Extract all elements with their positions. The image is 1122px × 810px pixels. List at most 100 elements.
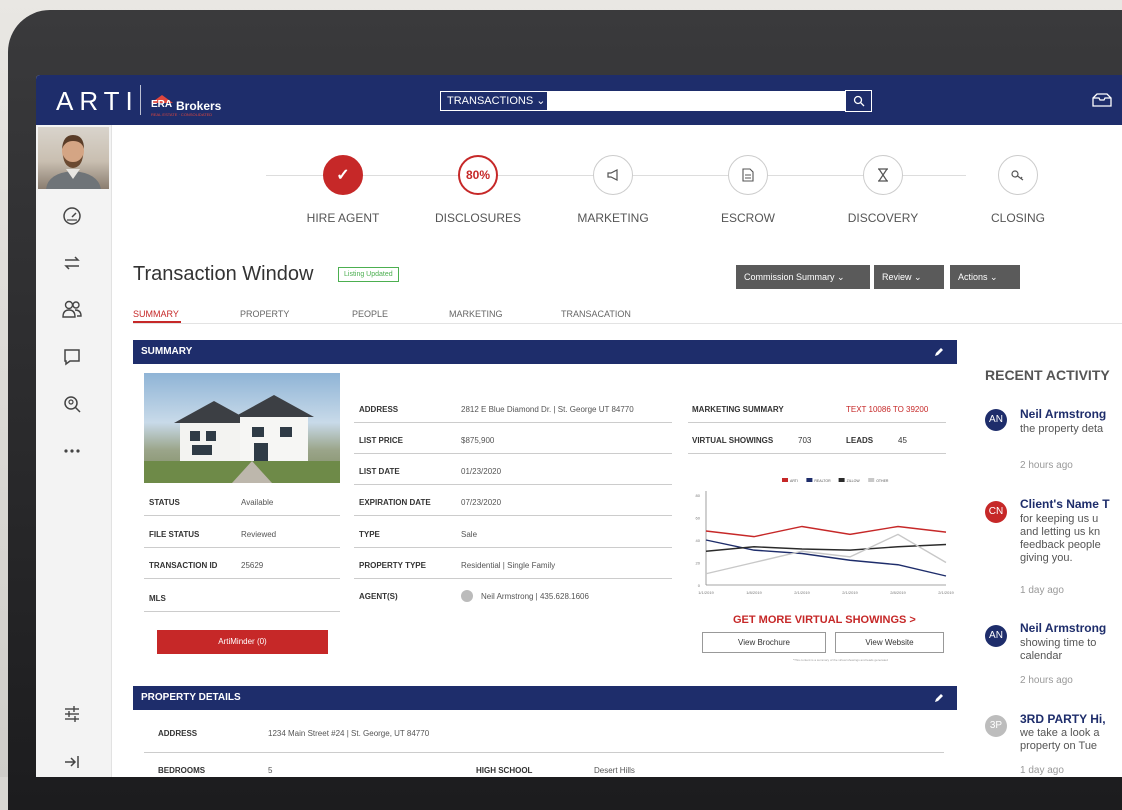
disclosures-progress-ring: 80%	[458, 155, 498, 195]
activity-author[interactable]: Neil Armstrong	[1020, 621, 1106, 635]
view-website-button[interactable]: View Website	[835, 632, 944, 653]
activity-author[interactable]: Client's Name T	[1020, 497, 1110, 511]
chat-bubble-icon[interactable]	[58, 343, 86, 371]
row-divider	[144, 611, 340, 612]
view-brochure-button[interactable]: View Brochure	[702, 632, 826, 653]
marketing-line-chart: ARTI REALTOR ZILLOW OTHER 80 60 40 20 0 1/1/2019…	[696, 478, 954, 595]
legend-label: REALTOR	[814, 479, 831, 483]
document-icon	[728, 155, 768, 195]
step-label: ESCROW	[721, 211, 775, 225]
recent-activity-title: RECENT ACTIVITY	[985, 367, 1110, 383]
section-title: SUMMARY	[141, 346, 193, 357]
pd-address-label: ADDRESS	[158, 729, 198, 738]
activity-message: showing time to	[1020, 637, 1097, 649]
actions-button[interactable]: Actions ⌄	[950, 265, 1020, 289]
row-divider	[354, 515, 672, 516]
avatar[interactable]	[38, 127, 109, 189]
tab-transacation[interactable]: TRANSACATION	[561, 309, 631, 319]
row-divider	[144, 547, 340, 548]
activity-time: 2 hours ago	[1020, 675, 1073, 686]
megaphone-icon	[593, 155, 633, 195]
inbox-icon[interactable]	[1091, 92, 1113, 108]
x-tick-label: 2/1/2019	[842, 590, 858, 595]
pd-bedrooms-label: BEDROOMS	[158, 766, 206, 775]
chart-disclaimer: *This content is a summary of the virtua…	[793, 658, 888, 662]
leads-value: 45	[898, 436, 907, 445]
activity-author[interactable]: Neil Armstrong	[1020, 407, 1106, 421]
settings-sliders-icon[interactable]	[58, 700, 86, 728]
tab-marketing[interactable]: MARKETING	[449, 309, 503, 319]
dashboard-gauge-icon[interactable]	[58, 202, 86, 230]
property-photo	[144, 373, 340, 483]
tab-property[interactable]: PROPERTY	[240, 309, 289, 319]
step-label: HIRE AGENT	[306, 211, 380, 225]
activity-author[interactable]: 3RD PARTY Hi,	[1020, 712, 1106, 726]
row-divider	[688, 453, 946, 454]
pd-address-value: 1234 Main Street #24 | St. George, UT 84…	[268, 729, 430, 738]
series-line-arti	[705, 525, 947, 538]
transaction-id-value: 25629	[241, 561, 264, 570]
commission-summary-button[interactable]: Commission Summary ⌄	[736, 265, 870, 289]
activity-message: property on Tue	[1020, 740, 1098, 752]
activity-message: for keeping us u	[1020, 513, 1099, 525]
review-button[interactable]: Review ⌄	[874, 265, 944, 289]
status-value: Available	[241, 498, 274, 507]
transfer-arrows-icon[interactable]	[58, 249, 86, 277]
property-type-value: Residential | Single Family	[461, 561, 556, 570]
user-portrait-icon	[46, 135, 101, 189]
activity-message: feedback people	[1020, 539, 1101, 551]
people-icon[interactable]	[58, 295, 86, 323]
expand-sidebar-icon[interactable]	[58, 748, 86, 776]
activity-time: 2 hours ago	[1020, 460, 1073, 471]
artiminder-button[interactable]: ArtiMinder (0)	[157, 630, 328, 654]
list-price-value: $875,900	[461, 436, 495, 445]
chart-axes: 80 60 40 20 0 1/1/2019 1/8/2019 2/1/2019 2/1/201…	[696, 491, 954, 595]
list-date-value: 01/23/2020	[461, 467, 502, 476]
type-value: Sale	[461, 530, 478, 539]
search-button[interactable]	[845, 90, 872, 112]
tab-people[interactable]: PEOPLE	[352, 309, 388, 319]
y-tick-label: 40	[696, 538, 701, 543]
leads-label: LEADS	[846, 436, 874, 445]
y-tick-label: 60	[696, 516, 701, 521]
search-input[interactable]	[548, 91, 845, 111]
row-divider	[354, 484, 672, 485]
row-divider	[144, 578, 340, 579]
expiration-date-value: 07/23/2020	[461, 498, 502, 507]
row-divider	[144, 515, 340, 516]
pd-bedrooms-value: 5	[268, 766, 273, 775]
app-screen: ARTI ERA Brokers REAL ESTATE · CONSOLIDA…	[36, 75, 1122, 777]
more-options-icon[interactable]	[58, 437, 86, 465]
legend-swatch	[806, 478, 813, 482]
property-type-label: PROPERTY TYPE	[359, 561, 426, 570]
activity-message: calendar	[1020, 650, 1063, 662]
tab-summary[interactable]: SUMMARY	[133, 309, 179, 319]
y-tick-label: 0	[698, 583, 701, 588]
status-badge: Listing Updated	[338, 267, 399, 282]
x-tick-label: 2/1/2019	[794, 590, 810, 595]
mls-label: MLS	[149, 594, 166, 603]
step-label: DISCLOSURES	[434, 211, 522, 225]
edit-pencil-icon[interactable]	[933, 692, 945, 704]
agents-value[interactable]: Neil Armstrong | 435.628.1606	[481, 592, 589, 601]
pd-high-school-label: HIGH SCHOOL	[476, 766, 533, 775]
expiration-date-label: EXPIRATION DATE	[359, 498, 431, 507]
row-divider	[688, 422, 946, 423]
x-tick-label: 1/1/2019	[698, 590, 714, 595]
edit-pencil-icon[interactable]	[933, 346, 945, 358]
virtual-showings-label: VIRTUAL SHOWINGS	[692, 436, 774, 445]
activity-time: 1 day ago	[1020, 585, 1064, 596]
arti-logo[interactable]: ARTI	[56, 86, 139, 117]
chart-legend: ARTI REALTOR ZILLOW OTHER	[782, 478, 889, 483]
file-status-value: Reviewed	[241, 530, 277, 539]
activity-time: 1 day ago	[1020, 765, 1064, 776]
search-category-dropdown[interactable]: TRANSACTIONS ⌄	[440, 91, 548, 111]
search-icon	[853, 95, 864, 107]
legend-swatch	[868, 478, 875, 482]
activity-avatar: CN	[985, 501, 1007, 523]
tab-divider	[133, 323, 1122, 324]
transaction-id-label: TRANSACTION ID	[149, 561, 218, 570]
location-search-icon[interactable]	[58, 390, 86, 418]
get-more-showings-link[interactable]: GET MORE VIRTUAL SHOWINGS >	[733, 614, 916, 626]
era-brand-text: ERA	[151, 99, 173, 110]
